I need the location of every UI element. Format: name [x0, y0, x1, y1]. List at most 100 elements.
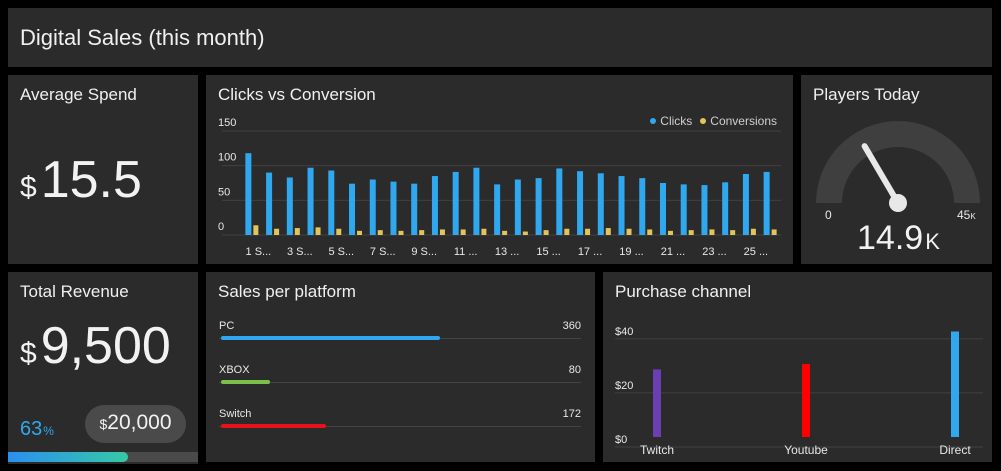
y-tick-label: 50: [218, 186, 230, 198]
channel-bar[interactable]: [802, 363, 810, 437]
conversions-bar[interactable]: [460, 229, 466, 235]
conversions-bar[interactable]: [585, 228, 591, 235]
y-tick-label: $40: [615, 326, 633, 338]
average-spend-title: Average Spend: [20, 85, 137, 104]
clicks-bar[interactable]: [431, 176, 438, 235]
clicks-conversion-chart: 150 100 50 0 1 S... 3 S... 5 S... 7 S... 9 S... 1…: [218, 117, 781, 258]
purchase-channel-chart: $40 $20 $0 Twitch Youtube Direct: [615, 326, 983, 457]
channel-bar[interactable]: [653, 369, 661, 437]
x-tick-label: 15 ...: [536, 246, 560, 258]
platform-label: PC: [219, 320, 235, 332]
conversions-bar[interactable]: [626, 228, 632, 235]
purchase-channel-panel: Purchase channel $40 $20 $0 Twitch Youtube Di…: [603, 272, 992, 462]
clicks-bar[interactable]: [286, 177, 293, 235]
conversions-bar[interactable]: [730, 230, 736, 235]
conversions-bar[interactable]: [336, 228, 342, 235]
currency-symbol: $: [20, 171, 37, 204]
conversions-bar[interactable]: [750, 228, 756, 235]
platform-label: XBOX: [219, 364, 250, 376]
y-tick-label: 100: [218, 152, 236, 164]
players-unit: K: [925, 229, 940, 254]
clicks-bar[interactable]: [639, 178, 646, 235]
clicks-bar[interactable]: [494, 184, 501, 235]
channel-bar[interactable]: [951, 331, 959, 437]
x-tick-label: 19 ...: [619, 246, 643, 258]
clicks-bar[interactable]: [266, 172, 273, 235]
conversions-bar[interactable]: [315, 227, 321, 235]
clicks-bar[interactable]: [307, 167, 314, 235]
revenue-target-badge: $ 20,000: [85, 405, 186, 443]
x-tick-label: 9 S...: [411, 246, 437, 258]
conversions-bar[interactable]: [688, 230, 694, 235]
clicks-bar[interactable]: [452, 171, 459, 235]
conversions-bar[interactable]: [274, 228, 280, 235]
clicks-bar[interactable]: [328, 170, 335, 235]
x-tick-label: 13 ...: [495, 246, 519, 258]
conversions-bar[interactable]: [439, 229, 445, 235]
platform-value: 172: [562, 408, 581, 420]
clicks-bar[interactable]: [390, 181, 397, 235]
clicks-bar[interactable]: [659, 183, 666, 235]
gauge-max-number: 45: [957, 208, 971, 222]
players-today-panel: Players Today 0 45K 14.9 K: [801, 75, 992, 264]
x-tick-label: 7 S...: [370, 246, 396, 258]
clicks-bar[interactable]: [535, 178, 542, 235]
platform-value: 80: [568, 364, 581, 376]
conversions-bar[interactable]: [502, 230, 508, 235]
conversions-bar[interactable]: [605, 228, 611, 235]
conversions-bar[interactable]: [253, 225, 259, 235]
x-tick-label: Direct: [939, 443, 971, 457]
average-spend-value: $ 15.5: [20, 150, 142, 210]
gauge-needle: [861, 143, 901, 206]
platform-bar[interactable]: [221, 380, 270, 384]
conversions-bar[interactable]: [377, 230, 383, 235]
clicks-bar[interactable]: [514, 179, 521, 235]
revenue-progress-fill: [8, 452, 128, 462]
x-tick-label: 5 S...: [328, 246, 354, 258]
clicks-bar[interactable]: [742, 173, 749, 235]
platform-divider: [219, 382, 581, 383]
clicks-bar[interactable]: [722, 182, 729, 235]
clicks-bar[interactable]: [411, 183, 418, 235]
platform-label: Switch: [219, 408, 252, 420]
x-tick-label: 1 S...: [246, 246, 272, 258]
conversions-bar[interactable]: [357, 230, 363, 235]
clicks-bar[interactable]: [701, 185, 708, 235]
target-value: 20,000: [107, 411, 172, 434]
conversions-bar[interactable]: [481, 228, 487, 235]
x-tick-label: 17 ...: [578, 246, 602, 258]
y-tick-label: 150: [218, 117, 236, 129]
conversions-bar[interactable]: [543, 230, 549, 235]
conversions-bar[interactable]: [419, 230, 425, 235]
gauge-min-label: 0: [825, 208, 832, 222]
page-title: Digital Sales (this month): [20, 25, 265, 50]
target-currency: $: [99, 416, 108, 432]
clicks-bar[interactable]: [763, 171, 770, 235]
gauge-track: [816, 121, 980, 203]
conversions-bar[interactable]: [647, 229, 653, 235]
conversions-bar[interactable]: [709, 229, 715, 235]
clicks-bar[interactable]: [618, 176, 625, 235]
clicks-bar[interactable]: [577, 171, 584, 235]
conversions-bar[interactable]: [564, 228, 570, 235]
clicks-bar[interactable]: [680, 184, 687, 235]
platform-bar[interactable]: [221, 424, 326, 428]
conversions-bar[interactable]: [398, 230, 404, 235]
clicks-bar[interactable]: [245, 153, 252, 235]
platform-bar[interactable]: [221, 336, 440, 340]
sales-platform-title: Sales per platform: [218, 282, 356, 301]
total-revenue-title: Total Revenue: [20, 282, 129, 301]
conversions-bar[interactable]: [522, 231, 528, 235]
players-number: 14.9: [857, 219, 924, 257]
conversions-bar[interactable]: [771, 229, 777, 235]
x-tick-label: 25 ...: [744, 246, 768, 258]
clicks-bar[interactable]: [349, 183, 356, 235]
clicks-bar[interactable]: [369, 179, 376, 235]
average-spend-panel: Average Spend $ 15.5: [8, 75, 198, 264]
clicks-bar[interactable]: [556, 168, 563, 235]
x-tick-label: 11 ...: [454, 246, 478, 258]
conversions-bar[interactable]: [667, 230, 673, 235]
clicks-bar[interactable]: [597, 173, 604, 235]
conversions-bar[interactable]: [294, 228, 300, 235]
clicks-bar[interactable]: [473, 167, 480, 235]
